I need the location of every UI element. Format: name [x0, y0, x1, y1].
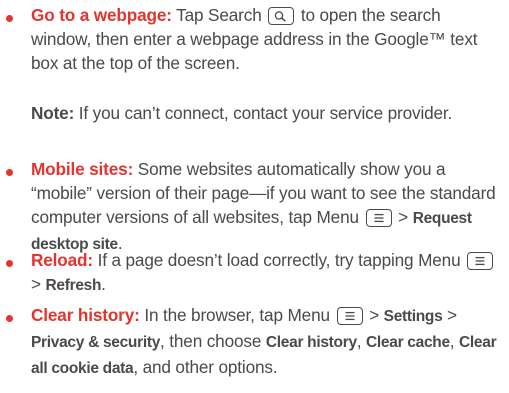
menu-icon: [336, 307, 363, 325]
text-segment: >: [442, 305, 457, 325]
ui-label-refresh: Refresh: [45, 277, 102, 294]
ui-label-clear-history: Clear history: [265, 334, 357, 351]
term-mobile-sites: Mobile sites:: [31, 159, 134, 179]
ui-label-clear-cache: Clear cache: [366, 334, 450, 351]
clear-history-paragraph: Clear history: In the browser, tap Menu …: [31, 303, 503, 381]
note-label: Note:: [31, 103, 75, 123]
browser-tips-document: Go to a webpage: Tap Search to open the …: [0, 0, 509, 393]
bullet-dot: [6, 169, 13, 176]
menu-icon: [365, 209, 392, 227]
text-segment: In the browser, tap Menu: [139, 305, 335, 325]
menu-icon: [467, 252, 494, 270]
go-to-webpage-paragraph: Go to a webpage: Tap Search to open the …: [31, 3, 503, 75]
note-paragraph: Note: If you can’t connect, contact your…: [31, 101, 503, 125]
term-go-to-webpage: Go to a webpage:: [31, 5, 172, 25]
text-segment: , and other options.: [133, 357, 278, 377]
text-segment: >: [364, 305, 384, 325]
text-segment: ,: [449, 331, 460, 351]
ui-label-privacy-security: Privacy & security: [31, 334, 161, 351]
term-reload: Reload:: [31, 250, 93, 270]
text-segment: ,: [356, 331, 367, 351]
mobile-sites-paragraph: Mobile sites: Some websites automaticall…: [31, 157, 503, 257]
bullet-dot: [6, 260, 13, 267]
text-segment: If a page doesn’t load correctly, try ta…: [92, 250, 466, 270]
reload-paragraph: Reload: If a page doesn’t load correctly…: [31, 248, 503, 298]
term-clear-history: Clear history:: [31, 305, 140, 325]
search-icon: [268, 7, 295, 25]
ui-label-settings: Settings: [383, 308, 443, 325]
note-text: If you can’t connect, contact your servi…: [74, 103, 453, 123]
text-segment: >: [393, 207, 413, 227]
text-segment: >: [31, 274, 46, 294]
text-segment: Tap Search: [171, 5, 267, 25]
text-segment: .: [101, 274, 106, 294]
bullet-dot: [6, 315, 13, 322]
bullet-dot: [6, 15, 13, 22]
text-segment: , then choose: [160, 331, 266, 351]
